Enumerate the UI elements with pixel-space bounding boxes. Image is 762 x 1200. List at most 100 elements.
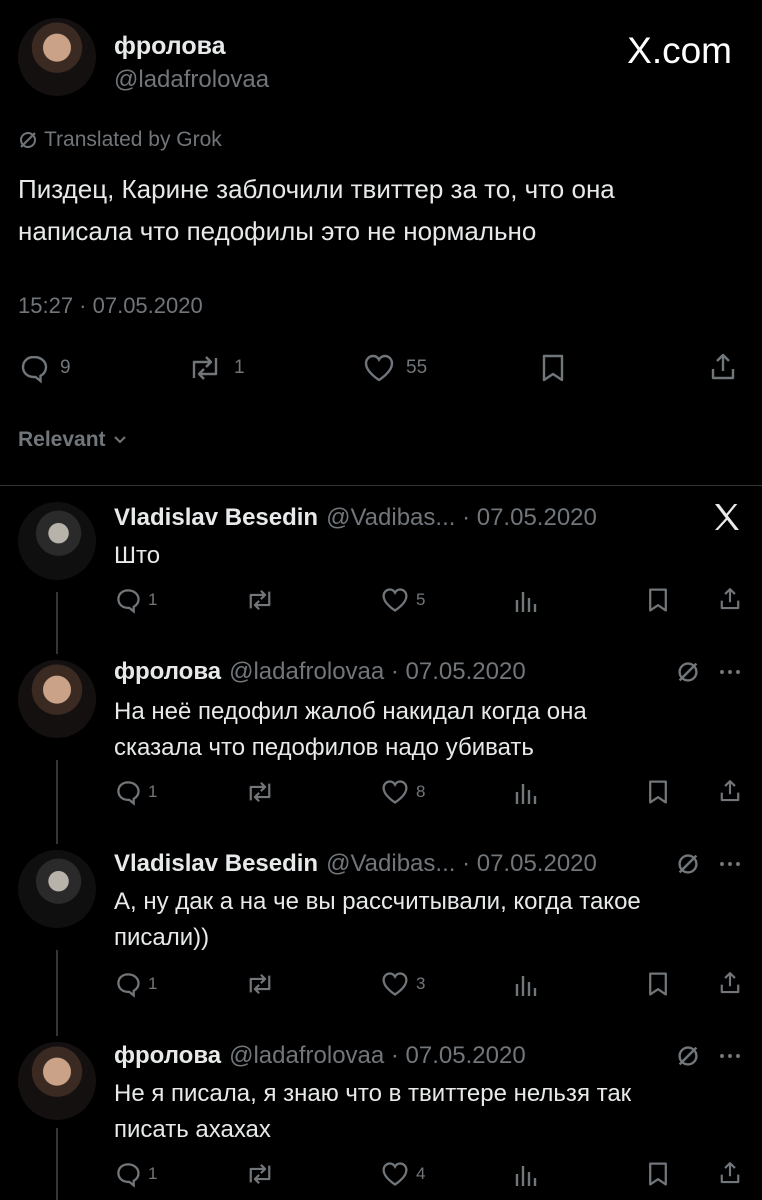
bookmark-icon[interactable]	[645, 1160, 671, 1188]
bookmark-button[interactable]	[538, 352, 568, 384]
bookmark-icon[interactable]	[645, 778, 671, 806]
views-icon[interactable]	[512, 972, 540, 998]
reply-text-line: сказала что педофилов надо убивать	[114, 734, 534, 761]
like-icon	[380, 778, 410, 806]
share-icon[interactable]	[716, 968, 744, 998]
reply-text-line: Што	[114, 542, 161, 569]
avatar[interactable]	[18, 660, 96, 738]
reply-button[interactable]: 1	[114, 778, 157, 806]
tweet-text: Пиздец, Карине заблочили твиттер за то, …	[18, 168, 738, 252]
reply-text-line: писать ахахах	[114, 1116, 271, 1143]
reply-button[interactable]: 1	[114, 1160, 157, 1188]
reply-header: Vladislav Besedin @Vadibas... · 07.05.20…	[114, 504, 597, 532]
like-button[interactable]: 4	[380, 1160, 425, 1188]
reply-author-handle[interactable]: @ladafrolovaa · 07.05.2020	[229, 1042, 526, 1070]
like-count: 8	[416, 782, 426, 801]
grok-icon[interactable]	[676, 852, 700, 876]
x-logo-icon	[710, 500, 744, 539]
avatar[interactable]	[18, 850, 96, 928]
reply-button[interactable]: 1	[114, 586, 157, 614]
like-icon	[380, 970, 410, 998]
sort-label: Relevant	[18, 428, 106, 451]
reply-text: Што	[114, 538, 160, 574]
like-button[interactable]: 8	[380, 778, 425, 806]
thread-line	[56, 1128, 58, 1200]
share-icon[interactable]	[716, 1158, 744, 1188]
translated-label: Translated by Grok	[44, 128, 222, 151]
thread-line	[56, 592, 58, 654]
reply-author-name[interactable]: Vladislav Besedin	[114, 504, 318, 532]
repost-icon[interactable]	[244, 1160, 276, 1188]
thread-line	[56, 950, 58, 1036]
avatar[interactable]	[18, 18, 96, 96]
more-icon[interactable]	[716, 662, 744, 682]
reply-count: 1	[148, 1164, 158, 1183]
reply-author-handle[interactable]: @ladafrolovaa · 07.05.2020	[229, 658, 526, 686]
timestamp[interactable]: 15:27 · 07.05.2020	[18, 293, 203, 319]
grok-icon	[18, 130, 38, 150]
reply-icon	[114, 1160, 142, 1188]
share-icon	[706, 350, 740, 384]
reply-header: фролова @ladafrolovaa · 07.05.2020	[114, 1042, 526, 1070]
author-handle[interactable]: @ladafrolovaa	[114, 66, 269, 94]
more-icon[interactable]	[716, 1046, 744, 1066]
views-icon[interactable]	[512, 1162, 540, 1188]
repost-button[interactable]: 1	[186, 352, 245, 384]
repost-icon[interactable]	[244, 970, 276, 998]
author-name[interactable]: фролова	[114, 32, 226, 61]
reply-author-handle[interactable]: @Vadibas... · 07.05.2020	[326, 850, 597, 878]
reply-text: А, ну дак а на че вы рассчитывали, когда…	[114, 884, 641, 956]
reply-author-name[interactable]: Vladislav Besedin	[114, 850, 318, 878]
reply-text-line: А, ну дак а на че вы рассчитывали, когда…	[114, 888, 641, 915]
like-button[interactable]: 5	[380, 586, 425, 614]
repost-icon[interactable]	[244, 586, 276, 614]
reply-icon	[114, 778, 142, 806]
tweet-text-line: написала что педофилы это не нормально	[18, 216, 537, 246]
reply-header: фролова @ladafrolovaa · 07.05.2020	[114, 658, 526, 686]
share-icon[interactable]	[716, 584, 744, 614]
reply-author-name[interactable]: фролова	[114, 658, 221, 686]
like-count: 4	[416, 1164, 426, 1183]
views-icon[interactable]	[512, 780, 540, 806]
like-count: 3	[416, 974, 426, 993]
tweet-text-line: Пиздец, Карине заблочили твиттер за то, …	[18, 174, 615, 204]
repost-icon[interactable]	[244, 778, 276, 806]
reply-icon	[114, 970, 142, 998]
reply-button[interactable]: 9	[18, 352, 71, 384]
reply-text-line: На неё педофил жалоб накидал когда она	[114, 698, 587, 725]
repost-icon	[186, 352, 224, 384]
reply-count: 1	[148, 974, 158, 993]
bookmark-icon	[538, 352, 568, 384]
reply-button[interactable]: 1	[114, 970, 157, 998]
reply-icon	[114, 586, 142, 614]
reply-text-line: писали))	[114, 924, 210, 951]
reply-author-name[interactable]: фролова	[114, 1042, 221, 1070]
more-icon[interactable]	[716, 854, 744, 874]
like-count: 55	[406, 357, 428, 378]
reply-count: 1	[148, 782, 158, 801]
views-icon[interactable]	[512, 588, 540, 614]
like-icon	[380, 1160, 410, 1188]
reply-author-handle[interactable]: @Vadibas... · 07.05.2020	[326, 504, 597, 532]
share-button[interactable]	[706, 350, 740, 384]
reply-text: На неё педофил жалоб накидал когда она с…	[114, 694, 587, 766]
like-button[interactable]: 3	[380, 970, 425, 998]
repost-count: 1	[234, 357, 245, 378]
reply-count: 1	[148, 590, 158, 609]
reply-text-line: Не я писала, я знаю что в твиттере нельз…	[114, 1080, 632, 1107]
translated-by-grok: Translated by Grok	[18, 128, 222, 152]
like-icon	[362, 352, 396, 384]
like-button[interactable]: 55	[362, 352, 427, 384]
x-watermark: X.com	[627, 30, 732, 71]
avatar[interactable]	[18, 502, 96, 580]
sort-dropdown[interactable]: Relevant	[18, 428, 128, 452]
bookmark-icon[interactable]	[645, 586, 671, 614]
grok-icon[interactable]	[676, 660, 700, 684]
share-icon[interactable]	[716, 776, 744, 806]
reply-count: 9	[60, 357, 71, 378]
reply-text: Не я писала, я знаю что в твиттере нельз…	[114, 1076, 631, 1148]
bookmark-icon[interactable]	[645, 970, 671, 998]
grok-icon[interactable]	[676, 1044, 700, 1068]
avatar[interactable]	[18, 1042, 96, 1120]
reply-header: Vladislav Besedin @Vadibas... · 07.05.20…	[114, 850, 597, 878]
